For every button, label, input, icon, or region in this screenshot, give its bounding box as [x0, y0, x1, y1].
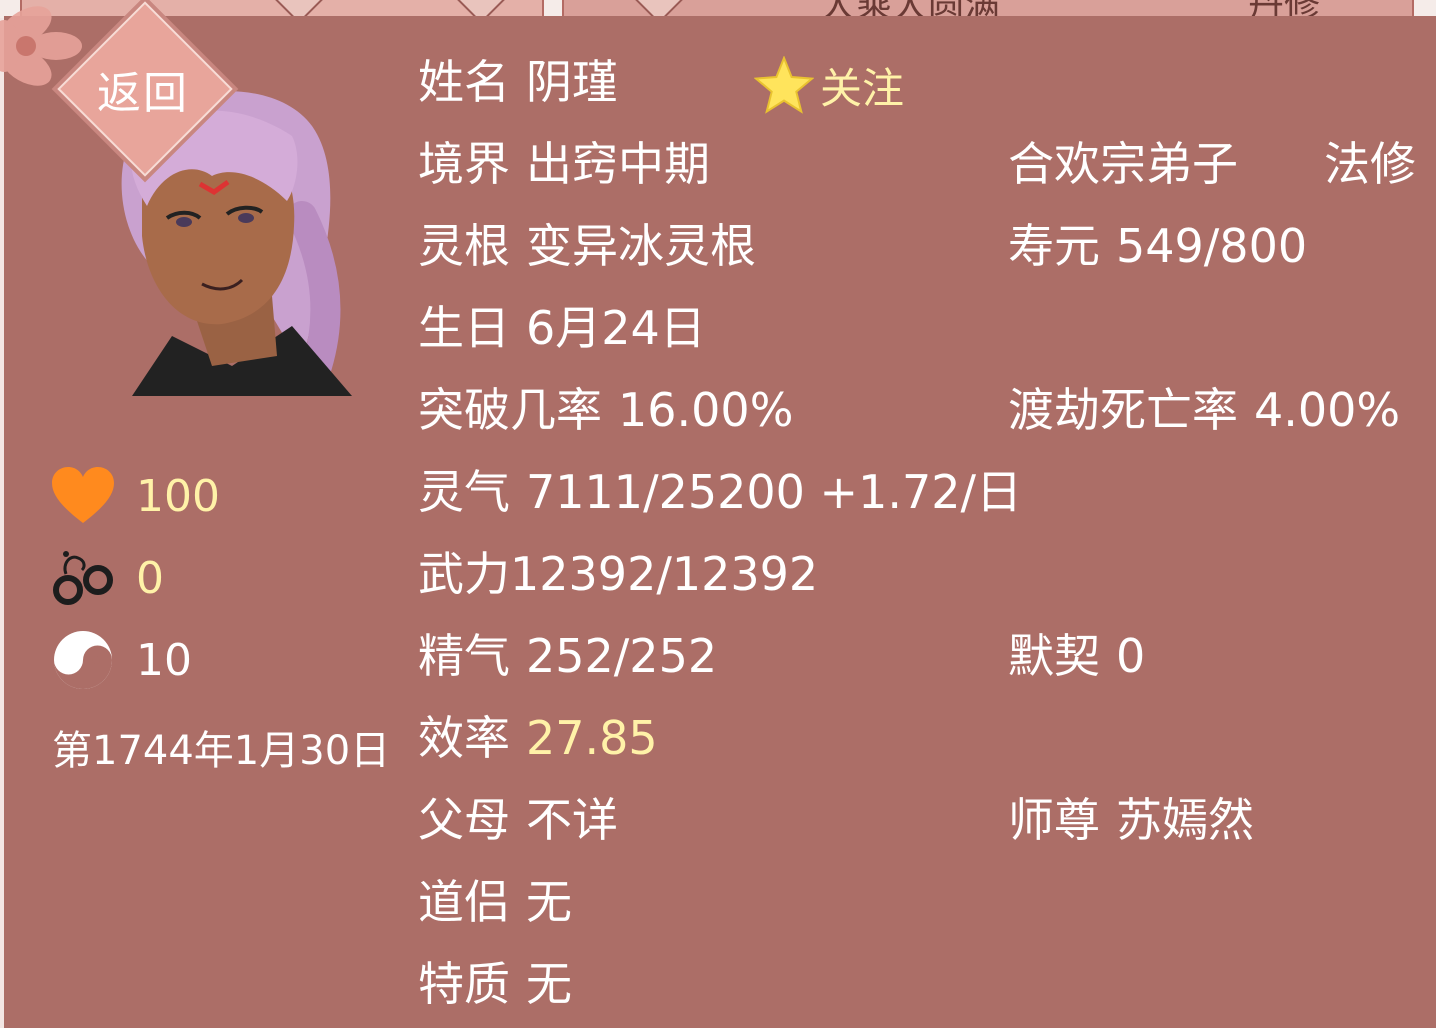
trait-label: 特质 — [418, 957, 510, 1011]
cultivation-path-value: 法修 — [1324, 137, 1416, 191]
lifespan-value: 549/800 — [1116, 219, 1308, 273]
essence-field: 精气 252/252 — [418, 626, 717, 686]
tacit-field: 默契 0 — [1008, 626, 1145, 686]
spirit-qi-label: 灵气 — [418, 465, 510, 519]
yin-yang-icon — [50, 630, 116, 690]
favor-value: 100 — [136, 470, 220, 522]
force-field: 武力12392/12392 — [418, 544, 818, 604]
force-value: 12392/12392 — [510, 547, 819, 601]
lifespan-field: 寿元 549/800 — [1008, 216, 1307, 276]
spirit-root-field: 灵根 变异冰灵根 — [418, 216, 756, 276]
birthday-field: 生日 6月24日 — [418, 298, 706, 358]
lifespan-label: 寿元 — [1008, 219, 1100, 273]
spirit-root-value: 变异冰灵根 — [526, 219, 756, 273]
parents-field: 父母 不详 — [418, 790, 618, 850]
force-label: 武力 — [418, 547, 510, 601]
follow-button[interactable]: 关注 — [754, 50, 904, 120]
yinyang-value: 10 — [136, 634, 192, 686]
name-value: 阴瑾 — [526, 55, 618, 109]
follow-label: 关注 — [820, 63, 905, 113]
tacit-value: 0 — [1116, 629, 1146, 683]
realm-label: 境界 — [418, 137, 510, 191]
spirit-qi-value: 7111/25200 +1.72/日 — [526, 465, 1022, 519]
yinyang-stat: 10 — [50, 628, 192, 692]
parents-label: 父母 — [418, 793, 510, 847]
master-value: 苏嫣然 — [1116, 793, 1254, 847]
star-icon — [754, 56, 814, 114]
realm-value: 出窍中期 — [526, 137, 710, 191]
breakthrough-field: 突破几率 16.00% — [418, 380, 793, 440]
crime-value: 0 — [136, 552, 164, 604]
favor-stat: 100 — [50, 464, 220, 528]
essence-label: 精气 — [418, 629, 510, 683]
breakthrough-value: 16.00% — [618, 383, 794, 437]
breakthrough-label: 突破几率 — [418, 383, 602, 437]
sect-field: 合欢宗弟子 — [1008, 134, 1238, 194]
tribulation-value: 4.00% — [1254, 383, 1401, 437]
partner-label: 道侣 — [418, 875, 510, 929]
tacit-label: 默契 — [1008, 629, 1100, 683]
birthday-label: 生日 — [418, 301, 510, 355]
master-label: 师尊 — [1008, 793, 1100, 847]
partner-field: 道侣无 — [418, 872, 572, 932]
trait-value: 无 — [526, 957, 572, 1011]
tribulation-label: 渡劫死亡率 — [1008, 383, 1238, 437]
cultivation-path: 法修 — [1324, 134, 1416, 194]
efficiency-label: 效率 — [418, 711, 510, 765]
realm-field: 境界 出窍中期 — [418, 134, 710, 194]
name-label: 姓名 — [418, 55, 510, 109]
tribulation-field: 渡劫死亡率 4.00% — [1008, 380, 1400, 440]
spirit-root-label: 灵根 — [418, 219, 510, 273]
master-field: 师尊 苏嫣然 — [1008, 790, 1254, 850]
crime-stat: 0 — [50, 546, 164, 610]
handcuffs-icon — [50, 548, 116, 608]
sect-value: 合欢宗弟子 — [1008, 137, 1238, 191]
parents-value: 不详 — [526, 793, 618, 847]
character-info-panel: 返回 100 0 10 第1744年1月30日 关注 姓名 阴瑾 境界 出窍中期… — [0, 1, 1436, 1028]
essence-value: 252/252 — [526, 629, 718, 683]
efficiency-field: 效率 27.85 — [418, 708, 658, 768]
partner-value: 无 — [526, 875, 572, 929]
efficiency-value: 27.85 — [526, 711, 658, 765]
heart-icon — [50, 466, 116, 526]
game-date: 第1744年1月30日 — [52, 728, 391, 774]
trait-field: 特质无 — [418, 954, 572, 1014]
name-field: 姓名 阴瑾 — [418, 52, 618, 112]
back-button[interactable]: 返回 — [57, 1, 233, 177]
spirit-qi-field: 灵气 7111/25200 +1.72/日 — [418, 462, 1022, 522]
back-button-label: 返回 — [97, 68, 189, 119]
birthday-value: 6月24日 — [526, 301, 706, 355]
